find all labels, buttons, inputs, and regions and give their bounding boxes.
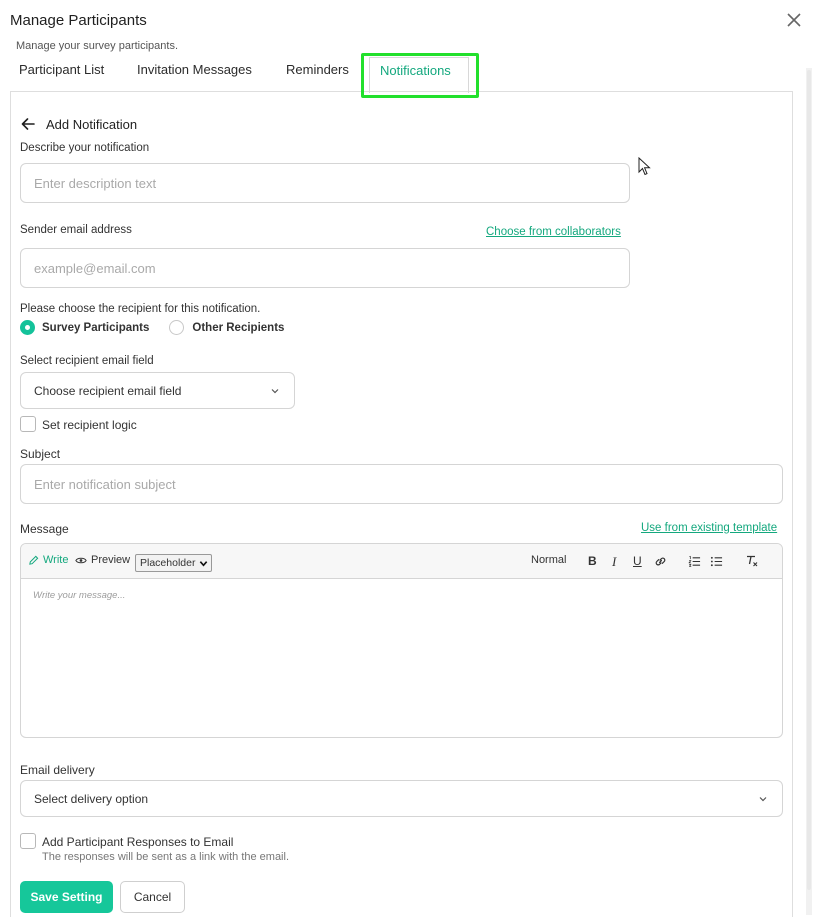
dialog-title: Manage Participants [10, 12, 147, 29]
recipient-logic-checkbox[interactable] [20, 416, 36, 432]
placeholder-select-value: Placeholder [140, 557, 196, 569]
description-label: Describe your notification [20, 142, 150, 154]
add-responses-label: Add Participant Responses to Email [42, 835, 234, 849]
subject-label: Subject [20, 447, 61, 461]
radio-other-recipients[interactable] [169, 320, 185, 335]
write-tab[interactable]: Write [28, 554, 68, 566]
sender-email-input[interactable] [20, 248, 630, 288]
use-template-link[interactable]: Use from existing template [641, 522, 777, 534]
recipient-field-label: Select recipient email field [20, 355, 154, 367]
email-delivery-value: Select delivery option [34, 791, 149, 806]
close-icon[interactable] [784, 10, 804, 30]
recipient-field-select[interactable]: Choose recipient email field [20, 372, 295, 409]
cancel-button[interactable]: Cancel [120, 881, 185, 913]
pencil-icon [29, 555, 39, 565]
link-icon[interactable] [654, 555, 667, 568]
description-input[interactable] [20, 163, 630, 203]
editor-toolbar: Write Preview Placeholder Normal B I U [21, 544, 782, 579]
subject-input[interactable] [20, 464, 783, 504]
preview-tab[interactable]: Preview [75, 554, 130, 566]
eye-icon [75, 557, 87, 563]
tab-bar: Participant List Invitation Messages Rem… [0, 52, 815, 92]
tab-reminders[interactable]: Reminders [286, 62, 349, 77]
choose-collaborators-link[interactable]: Choose from collaborators [486, 226, 621, 238]
chevron-down-icon [759, 796, 767, 801]
scrollbar-thumb[interactable] [807, 70, 811, 890]
arrow-left-icon[interactable] [20, 116, 36, 132]
preview-label: Preview [91, 554, 131, 566]
text-style-select[interactable]: Normal [531, 554, 566, 566]
email-delivery-select[interactable]: Select delivery option [20, 780, 783, 817]
recipient-radio-group: Survey Participants Other Recipients [20, 320, 284, 335]
radio-other-recipients-label[interactable]: Other Recipients [192, 322, 284, 334]
bullet-list-icon[interactable] [710, 555, 723, 568]
recipient-question: Please choose the recipient for this not… [20, 303, 261, 315]
recipient-field-value: Choose recipient email field [34, 383, 182, 398]
write-label: Write [43, 554, 69, 566]
back-header[interactable]: Add Notification [20, 116, 137, 132]
message-label: Message [20, 522, 69, 536]
save-setting-button[interactable]: Save Setting [20, 881, 113, 913]
tab-participant-list[interactable]: Participant List [19, 62, 104, 77]
recipient-logic-label: Set recipient logic [42, 418, 137, 432]
form-heading: Add Notification [46, 116, 138, 132]
message-editor: Write Preview Placeholder Normal B I U W… [20, 543, 783, 738]
tab-notifications[interactable]: Notifications [380, 63, 451, 78]
tab-invitation-messages[interactable]: Invitation Messages [137, 62, 252, 77]
radio-survey-participants-label[interactable]: Survey Participants [42, 322, 149, 334]
ordered-list-icon[interactable] [688, 555, 701, 568]
clear-format-icon[interactable] [745, 554, 759, 568]
bold-icon[interactable]: B [588, 554, 597, 568]
email-delivery-label: Email delivery [20, 763, 95, 777]
radio-survey-participants[interactable] [20, 320, 35, 335]
dialog-subtitle: Manage your survey participants. [16, 40, 179, 52]
add-responses-checkbox[interactable] [20, 833, 36, 849]
mouse-cursor-icon [638, 157, 651, 176]
placeholder-select[interactable]: Placeholder [135, 554, 212, 572]
underline-icon[interactable]: U [633, 554, 642, 568]
sender-label: Sender email address [20, 224, 132, 236]
chevron-down-icon [199, 561, 208, 567]
message-textarea[interactable]: Write your message... [33, 590, 125, 601]
chevron-down-icon [271, 388, 279, 393]
add-responses-hint: The responses will be sent as a link wit… [42, 851, 290, 863]
italic-icon[interactable]: I [612, 554, 616, 570]
